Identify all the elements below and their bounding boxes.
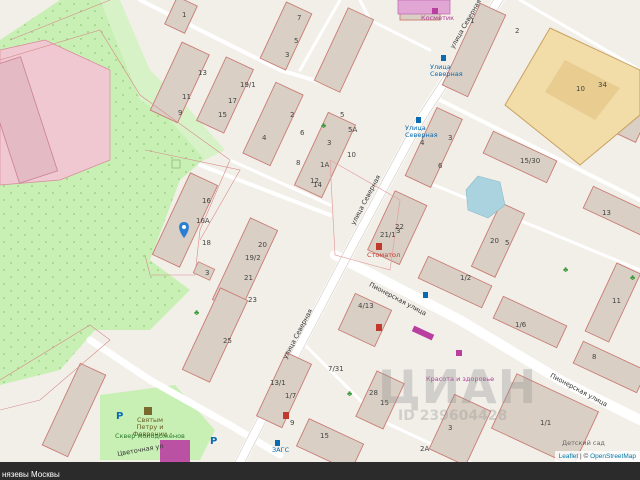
house-number: 19/2	[245, 254, 261, 262]
house-number: 7/31	[328, 365, 344, 373]
leaflet-link[interactable]: Leaflet	[559, 453, 579, 460]
house-number: 5	[505, 239, 510, 247]
house-number: 8	[296, 159, 301, 167]
house-number: 16А	[196, 217, 210, 225]
house-number: 9	[178, 109, 183, 117]
house-number: 5	[294, 37, 299, 45]
map-tiles: ♣ ♣ ♣ ♣ ♣	[0, 0, 640, 462]
house-number: 19/1	[240, 81, 256, 89]
svg-text:♣: ♣	[347, 389, 353, 398]
bottom-bar-text: нязевы Москвы	[2, 470, 60, 479]
house-number: 28	[369, 389, 378, 397]
house-number: 5А	[348, 126, 358, 134]
poi-kosmetik[interactable]: Косметик	[421, 14, 454, 22]
house-number: 1/2	[460, 274, 472, 282]
house-number: 11	[612, 297, 621, 305]
house-number: 34	[598, 81, 607, 89]
map-canvas[interactable]: ♣ ♣ ♣ ♣ ♣ 7 5 3 1 13 11 9 19/1 17 15 2 4 6 8 1А 3 5 5А 10 1…	[0, 0, 640, 462]
house-number: 15/30	[520, 157, 541, 165]
house-number: 20	[258, 241, 267, 249]
parking-icon[interactable]: P	[210, 436, 217, 447]
house-number: 21	[244, 274, 253, 282]
house-number: 4	[262, 134, 267, 142]
house-number: 8	[592, 353, 597, 361]
poi-square[interactable]: Сквер молодожёнов	[115, 432, 185, 440]
house-number: 11	[182, 93, 191, 101]
house-number: 1/6	[515, 321, 527, 329]
house-number: 2	[515, 27, 520, 35]
watermark: ЦИАН ID 239604428	[378, 360, 537, 424]
house-number: 18	[202, 239, 211, 247]
poi-dentist[interactable]: Стоматол	[367, 251, 400, 259]
house-number: 22	[395, 223, 404, 231]
house-number: 9	[290, 419, 295, 427]
house-number: 4	[420, 139, 425, 147]
house-number: 25	[223, 337, 232, 345]
house-number: 1/7	[285, 392, 297, 400]
house-number: 21/1	[380, 231, 396, 239]
house-number: 13	[198, 69, 207, 77]
house-number: 13/1	[270, 379, 286, 387]
poi-kindergarten[interactable]: Детский сад	[562, 439, 605, 447]
attribution-separator: | ©	[578, 453, 591, 460]
house-number: 4/13	[358, 302, 374, 310]
house-number: 23	[248, 296, 257, 304]
house-number: 1А	[320, 161, 330, 169]
house-number: 1/1	[540, 419, 552, 427]
poi-zags[interactable]: ЗАГС	[272, 446, 289, 454]
osm-link[interactable]: OpenStreetMap	[590, 453, 636, 460]
house-number: 5	[340, 111, 345, 119]
parking-icon[interactable]: P	[116, 411, 123, 422]
house-number: 3	[448, 134, 453, 142]
house-number: 1	[182, 11, 187, 19]
house-number: 6	[438, 162, 443, 170]
house-number: 16	[202, 197, 211, 205]
house-number: 10	[576, 85, 585, 93]
house-number: 3	[448, 424, 453, 432]
house-number: 14	[313, 181, 322, 189]
house-number: 13	[602, 209, 611, 217]
watermark-brand: ЦИАН	[378, 360, 538, 414]
house-number: 3	[205, 269, 210, 277]
house-number: 6	[300, 129, 305, 137]
poi-bus-stop[interactable]: Улица Северная	[430, 63, 470, 78]
house-number: 3	[285, 51, 290, 59]
svg-text:♣: ♣	[321, 121, 327, 130]
house-number: 15	[218, 111, 227, 119]
house-number: 3	[327, 139, 332, 147]
house-number: 2А	[420, 445, 430, 453]
house-number: 17	[228, 97, 237, 105]
house-number: 2	[290, 111, 295, 119]
svg-text:♣: ♣	[194, 308, 200, 317]
house-number: 10	[347, 151, 356, 159]
svg-text:♣: ♣	[630, 273, 636, 282]
bottom-bar: нязевы Москвы	[0, 462, 640, 480]
house-number: 15	[320, 432, 329, 440]
poi-bus-stop[interactable]: Улица Северная	[405, 124, 445, 139]
house-number: 20	[490, 237, 499, 245]
svg-text:♣: ♣	[563, 265, 569, 274]
house-number: 7	[297, 14, 302, 22]
